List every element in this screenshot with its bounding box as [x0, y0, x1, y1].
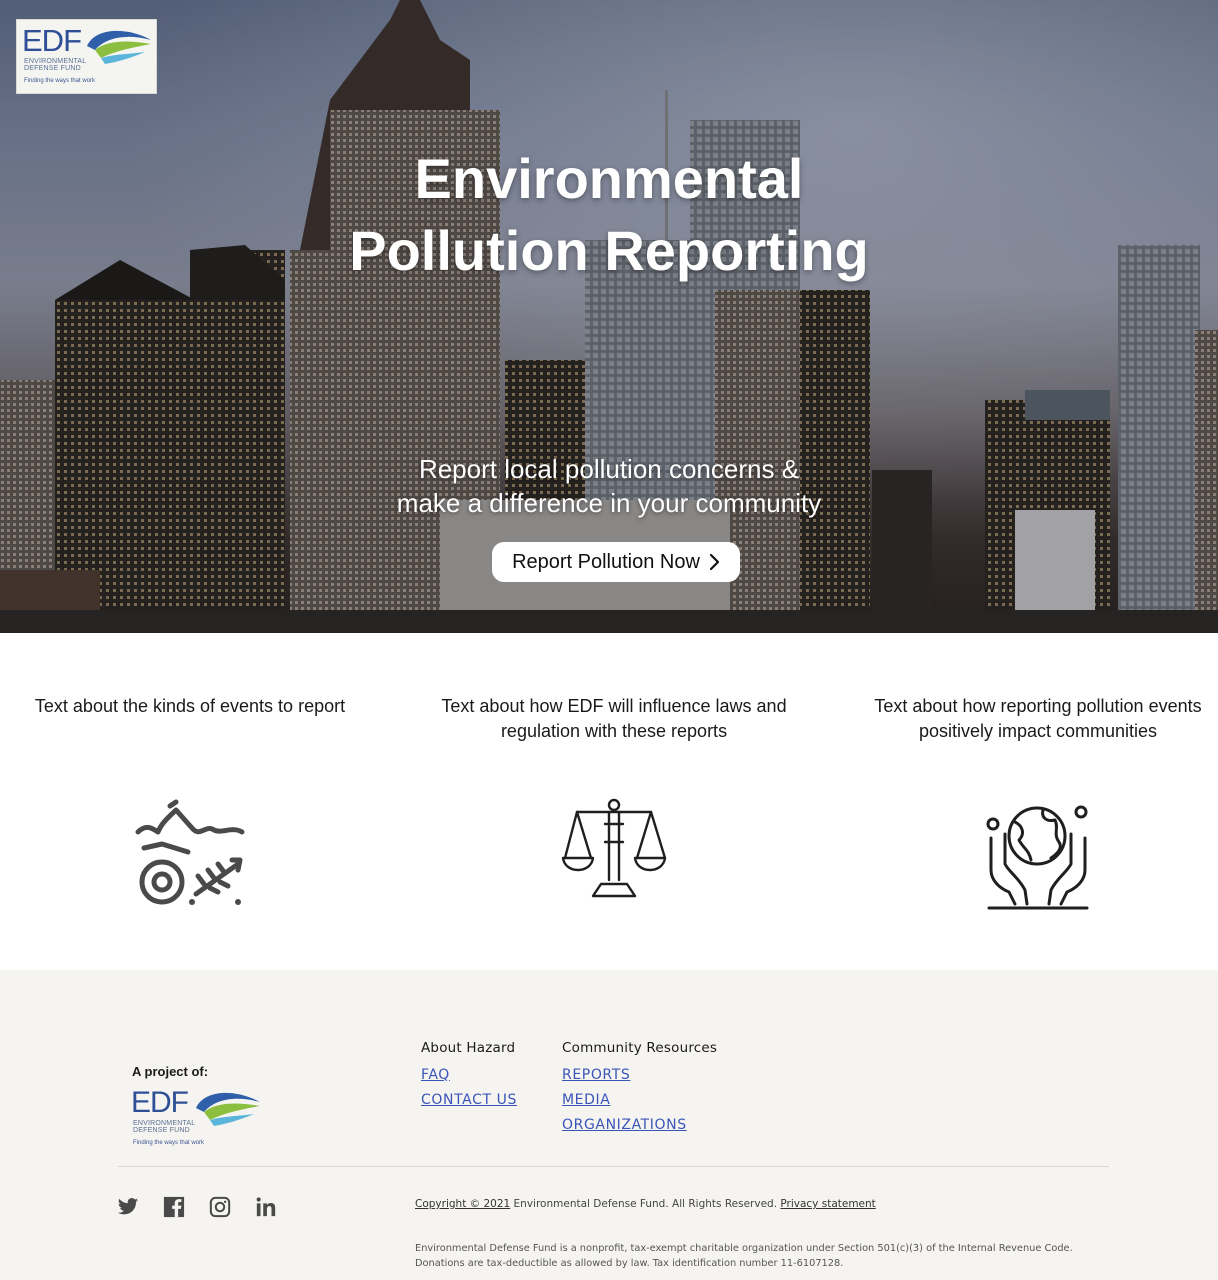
- instagram-icon[interactable]: [209, 1196, 231, 1218]
- linkedin-icon[interactable]: [255, 1196, 277, 1218]
- copyright-link[interactable]: Copyright © 2021: [415, 1198, 510, 1210]
- community-resources-heading: Community Resources: [562, 1040, 718, 1056]
- legal-line1: Environmental Defense Fund is a nonprofi…: [415, 1243, 1073, 1254]
- copyright-text: Environmental Defense Fund. All Rights R…: [510, 1198, 781, 1210]
- project-of-label: A project of:: [132, 1064, 209, 1079]
- privacy-statement-link[interactable]: Privacy statement: [780, 1198, 875, 1210]
- feature-text-events: Text about the kinds of events to report: [34, 696, 346, 716]
- edf-swoosh-icon: [87, 30, 151, 64]
- footer-logo-text: EDF: [131, 1086, 189, 1119]
- organizations-link[interactable]: ORGANIZATIONS: [562, 1117, 687, 1133]
- facebook-icon[interactable]: [163, 1196, 185, 1218]
- legal-line2: Donations are tax-deductible as allowed …: [415, 1258, 844, 1269]
- hero-subtitle-line2: make a difference in your community: [396, 488, 822, 518]
- hero-title: Environmental Pollution Reporting: [0, 143, 1218, 287]
- scales-of-justice-icon: [561, 798, 667, 898]
- footer-logo-line2: DEFENSE FUND: [133, 1127, 190, 1134]
- footer-edf-logo[interactable]: EDF ENVIRONMENTAL DEFENSE FUND Finding t…: [130, 1084, 270, 1154]
- twitter-icon[interactable]: [117, 1196, 139, 1218]
- edf-swoosh-icon: [196, 1092, 260, 1126]
- polluted-water-icon: [135, 799, 245, 905]
- hero-title-line1: Environmental: [414, 147, 804, 210]
- feature-text-laws: Text about how EDF will influence laws a…: [441, 696, 787, 741]
- site-footer: A project of: EDF ENVIRONMENTAL DEFENSE …: [0, 970, 1218, 1280]
- edf-logo-tagline: Finding the ways that work: [24, 78, 96, 84]
- report-pollution-label: Report Pollution Now: [512, 550, 700, 573]
- faq-link[interactable]: FAQ: [421, 1067, 450, 1083]
- hands-holding-globe-icon: [986, 805, 1089, 910]
- hero-banner: EDF ENVIRONMENTAL DEFENSE FUND Finding t…: [0, 0, 1218, 633]
- about-hazard-heading: About Hazard: [421, 1040, 516, 1056]
- hero-subtitle-line1: Report local pollution concerns &: [418, 454, 800, 484]
- footer-divider: [118, 1166, 1109, 1167]
- edf-logo-text: EDF: [22, 23, 82, 58]
- media-link[interactable]: MEDIA: [562, 1092, 610, 1108]
- city-skyline-image: [0, 0, 1218, 633]
- hero-title-line2: Pollution Reporting: [349, 219, 869, 282]
- reports-link[interactable]: REPORTS: [562, 1067, 630, 1083]
- legal-notice: Environmental Defense Fund is a nonprofi…: [415, 1241, 1115, 1271]
- edf-logo-line2: DEFENSE FUND: [24, 65, 81, 72]
- chevron-right-icon: [709, 553, 720, 571]
- hero-subtitle: Report local pollution concerns & make a…: [0, 452, 1218, 520]
- footer-logo-line1: ENVIRONMENTAL: [133, 1120, 196, 1127]
- feature-text-communities: Text about how reporting pollution event…: [874, 696, 1202, 741]
- report-pollution-button[interactable]: Report Pollution Now: [492, 542, 740, 582]
- edf-logo-line1: ENVIRONMENTAL: [24, 58, 87, 65]
- copyright-line: Copyright © 2021 Environmental Defense F…: [415, 1198, 876, 1210]
- footer-logo-tagline: Finding the ways that work: [133, 1140, 205, 1146]
- contact-us-link[interactable]: CONTACT US: [421, 1092, 517, 1108]
- edf-logo[interactable]: EDF ENVIRONMENTAL DEFENSE FUND Finding t…: [16, 19, 157, 94]
